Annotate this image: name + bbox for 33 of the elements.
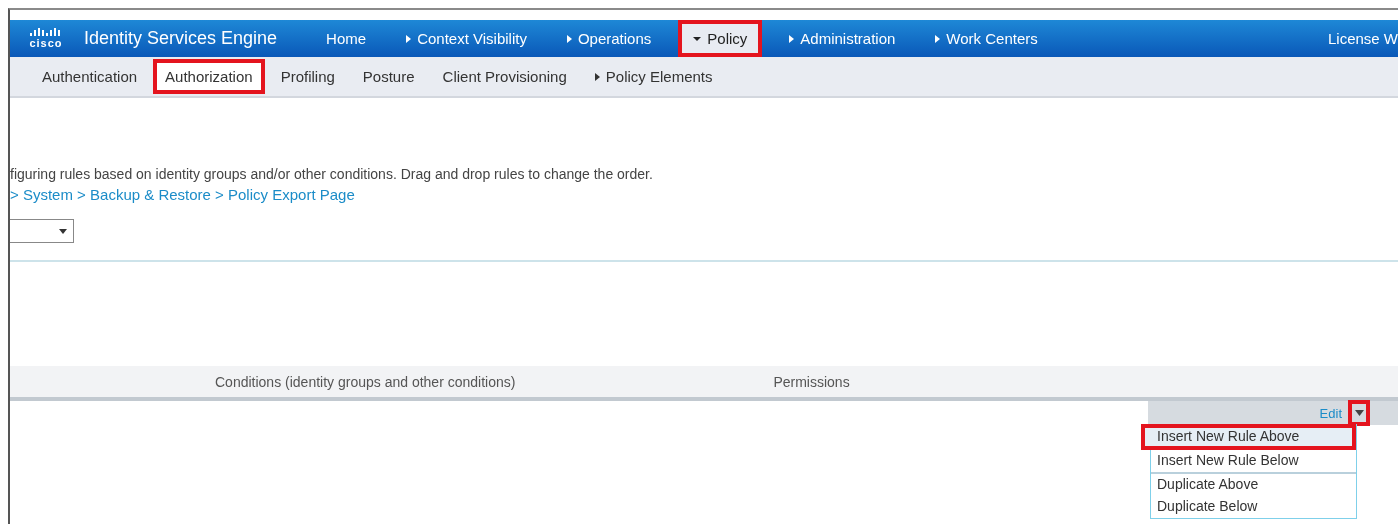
- nav-menu-item[interactable]: Context Visibility: [393, 20, 540, 57]
- sub-nav-tab[interactable]: Posture: [350, 59, 427, 94]
- nav-menu-item[interactable]: Home: [313, 20, 380, 57]
- caret-right-icon: [406, 34, 412, 43]
- nav-menu-item[interactable]: Work Centers: [922, 20, 1051, 57]
- nav-menu-item[interactable]: Policy: [678, 20, 763, 57]
- logo-text: cisco: [29, 38, 63, 49]
- caret-down-icon: [1354, 410, 1364, 416]
- description-text: figuring rules based on identity groups and/or other conditions. Drag and drop rules to change the order.: [10, 166, 654, 182]
- dropdown-select[interactable]: [10, 219, 74, 243]
- nav-menu-item[interactable]: Operations: [553, 20, 665, 57]
- menu-item[interactable]: Insert New Rule Above: [1141, 424, 1356, 450]
- menu-item[interactable]: Duplicate Above: [1151, 474, 1356, 496]
- caret-right-icon: [594, 72, 600, 81]
- menu-item[interactable]: Insert New Rule Below: [1151, 450, 1356, 474]
- column-header: Conditions (identity groups and other conditions): [215, 373, 516, 390]
- column-header: Permissions: [773, 373, 850, 390]
- sub-nav-tab[interactable]: Profiling: [268, 59, 347, 94]
- logo-bars-icon: [29, 28, 63, 38]
- caret-down-icon: [59, 228, 67, 234]
- sub-nav-tab[interactable]: Authorization: [153, 59, 265, 94]
- caret-right-icon: [566, 34, 572, 43]
- sub-nav-tab[interactable]: Client Provisioning: [430, 59, 579, 94]
- menu-item[interactable]: Duplicate Below: [1151, 496, 1356, 518]
- sub-nav-tab[interactable]: Authentication: [30, 59, 150, 94]
- sub-nav-tab[interactable]: Policy Elements: [582, 59, 725, 94]
- caret-right-icon: [789, 34, 795, 43]
- policy-export-link[interactable]: > System > Backup & Restore > Policy Export Page: [10, 186, 1398, 203]
- caret-right-icon: [935, 34, 941, 43]
- license-link[interactable]: License W: [1327, 30, 1398, 47]
- nav-menu-item[interactable]: Administration: [776, 20, 909, 57]
- caret-down-icon: [693, 34, 702, 43]
- product-title: Identity Services Engine: [84, 28, 278, 49]
